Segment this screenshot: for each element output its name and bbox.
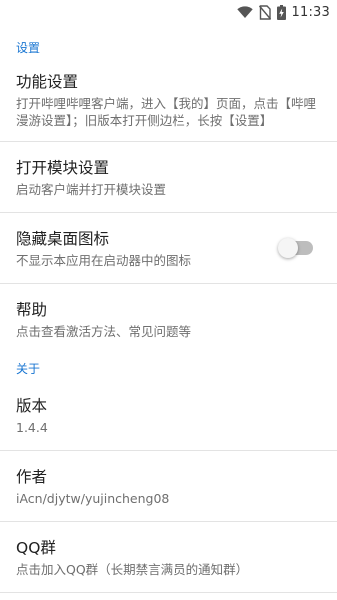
- pref-title: 帮助: [16, 301, 48, 319]
- wifi-icon: [236, 6, 253, 18]
- pref-summary: 1.4.4: [16, 420, 48, 435]
- pref-title: QQ群: [16, 539, 56, 557]
- status-time: 11:33: [291, 4, 330, 20]
- hide-icon-toggle[interactable]: [278, 238, 313, 258]
- pref-summary: 启动客户端并打开模块设置: [16, 182, 167, 197]
- pref-title: 功能设置: [16, 73, 79, 91]
- pref-summary: 点击查看激活方法、常见问题等: [16, 324, 192, 339]
- category-settings-header: 设置: [16, 41, 41, 55]
- category-about-header: 关于: [16, 362, 41, 376]
- pref-summary: iAcn/djytw/yujincheng08: [16, 491, 170, 506]
- pref-version[interactable]: 版本 1.4.4: [0, 380, 337, 450]
- pref-hide-launcher-icon[interactable]: 隐藏桌面图标 不显示本应用在启动器中的图标: [0, 213, 337, 283]
- battery-charging-icon: [276, 4, 286, 20]
- pref-title: 隐藏桌面图标: [16, 230, 110, 248]
- pref-help[interactable]: 帮助 点击查看激活方法、常见问题等: [0, 284, 337, 354]
- pref-summary: 不显示本应用在启动器中的图标: [16, 253, 192, 268]
- toggle-thumb: [278, 238, 298, 258]
- pref-author[interactable]: 作者 iAcn/djytw/yujincheng08: [0, 451, 337, 521]
- pref-summary: 点击加入QQ群（长期禁言满员的通知群）: [16, 562, 249, 577]
- settings-list: 设置 功能设置 打开哔哩哔哩客户端，进入【我的】页面，点击【哔哩漫游设置】；旧版…: [0, 24, 337, 593]
- pref-function-settings[interactable]: 功能设置 打开哔哩哔哩客户端，进入【我的】页面，点击【哔哩漫游设置】；旧版本打开…: [0, 58, 337, 141]
- divider: [0, 592, 337, 593]
- pref-summary: 打开哔哩哔哩客户端，进入【我的】页面，点击【哔哩漫游设置】；旧版本打开侧边栏，长…: [16, 96, 317, 128]
- pref-open-module-settings[interactable]: 打开模块设置 启动客户端并打开模块设置: [0, 142, 337, 212]
- pref-title: 作者: [16, 468, 48, 486]
- pref-qq-group[interactable]: QQ群 点击加入QQ群（长期禁言满员的通知群）: [0, 522, 337, 592]
- pref-title: 打开模块设置: [16, 159, 110, 177]
- pref-title: 版本: [16, 397, 48, 415]
- status-bar: 11:33: [0, 0, 337, 24]
- no-sim-icon: [258, 4, 271, 20]
